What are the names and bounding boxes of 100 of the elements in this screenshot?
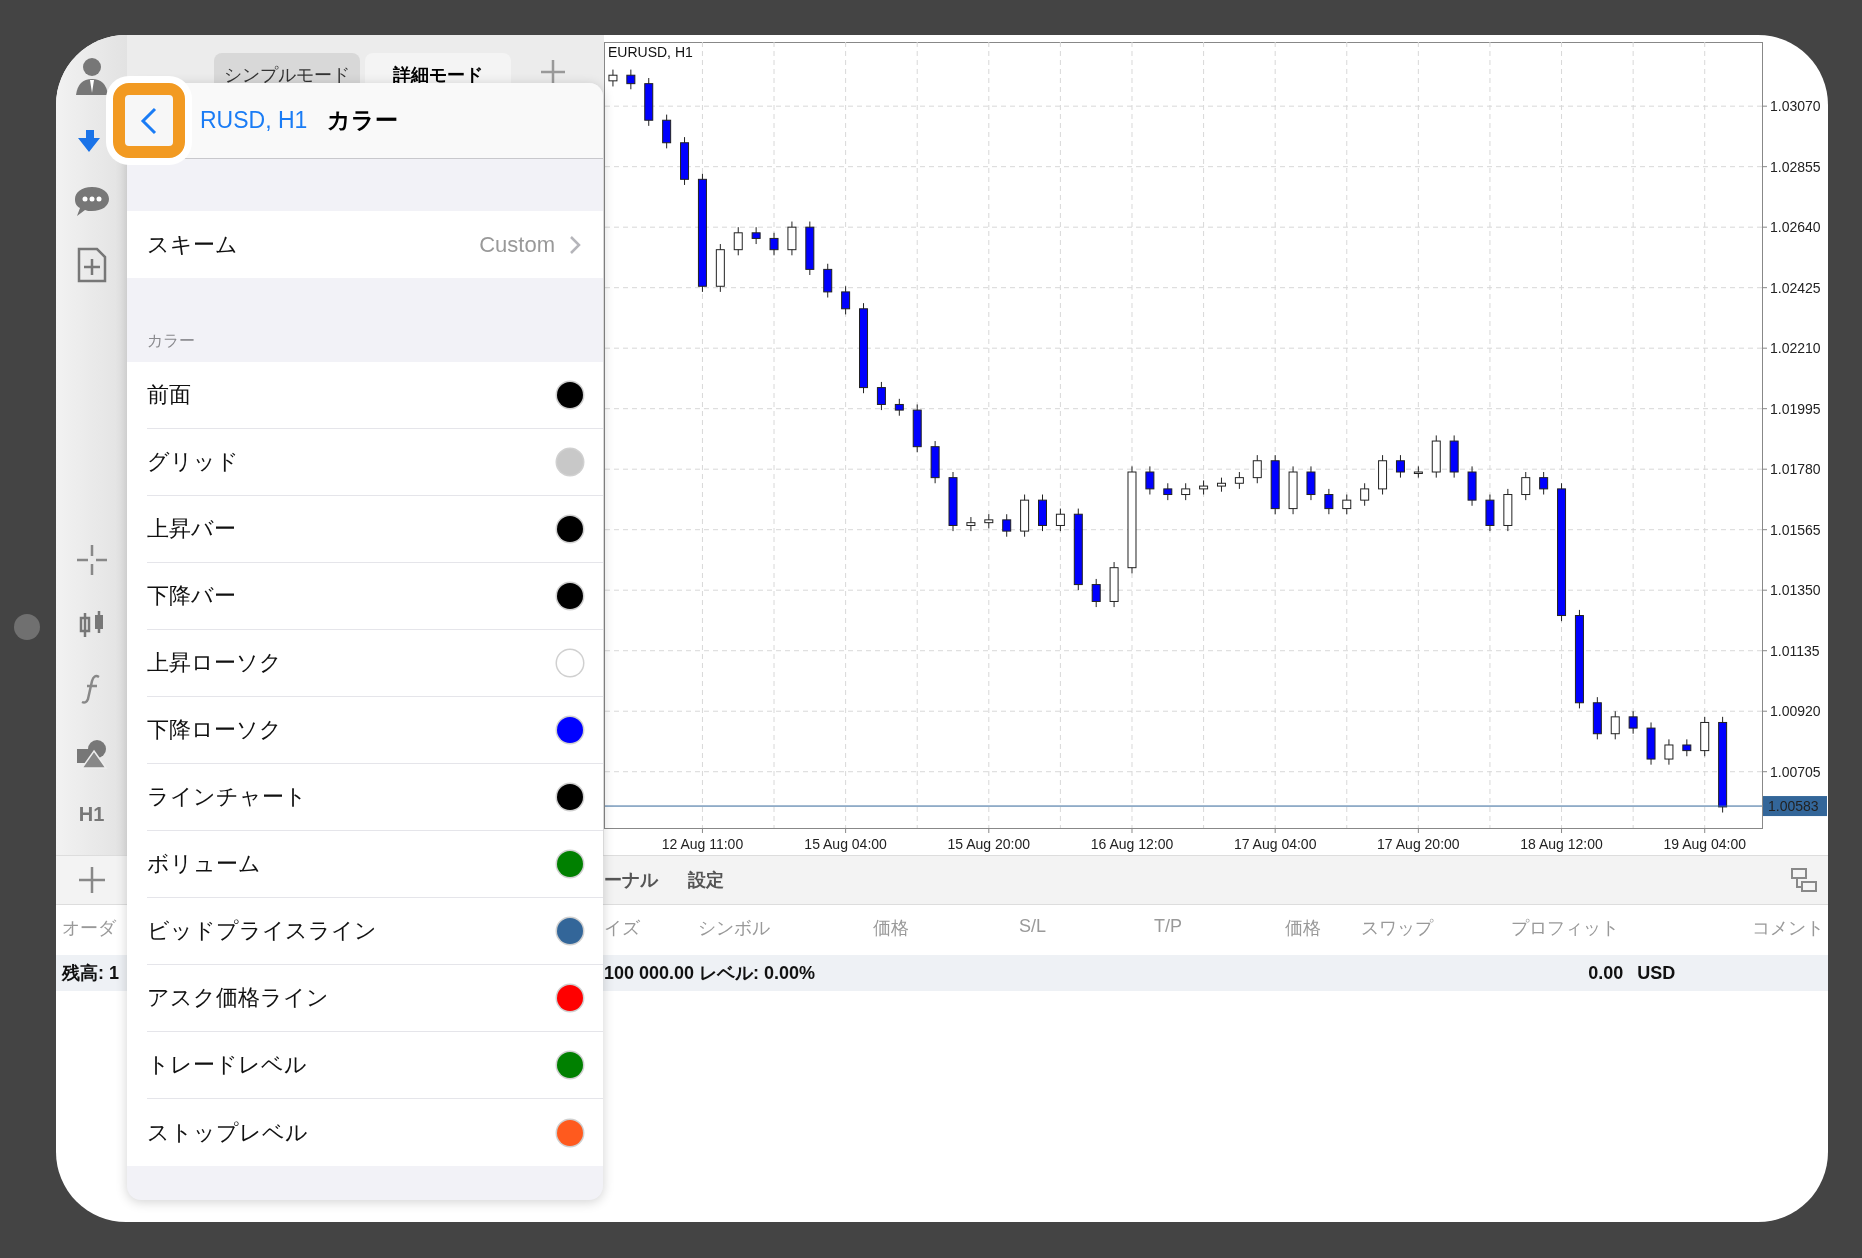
candle [1288,465,1298,515]
color-label: ストップレベル [147,1118,309,1147]
price-axis-label: 1.01565 [1770,521,1821,538]
shapes-icon[interactable] [75,739,108,769]
column-header: プロフィット [1511,917,1620,940]
candle [1234,471,1244,490]
candle [1503,488,1513,532]
color-swatch[interactable] [557,851,583,877]
color-label: アスク価格ライン [147,984,330,1012]
price-axis-label: 1.00705 [1770,763,1821,780]
candle [1091,578,1101,608]
time-axis-label: 12 Aug 11:00 [661,836,744,852]
candle [1467,465,1477,507]
color-swatch[interactable] [557,717,583,743]
color-swatch[interactable] [557,583,583,609]
color-swatch[interactable] [557,1052,583,1078]
color-swatch[interactable] [557,918,583,944]
color-label: 上昇バー [147,515,237,543]
profit-value: 0.00 [1588,962,1624,984]
candle [733,226,743,256]
candle [1592,696,1602,740]
color-label: ボリューム [147,850,262,878]
color-row[interactable]: ラインチャート [147,764,603,831]
ref-line-label: 1.00583 [1768,798,1819,815]
color-row[interactable]: 上昇バー [147,496,603,563]
candle [1163,482,1173,501]
scheme-row[interactable]: スキーム Custom [127,211,603,278]
candlestick-icon[interactable] [78,609,105,639]
time-axis-label: 17 Aug 04:00 [1233,836,1317,852]
color-row[interactable]: グリッド [147,429,603,496]
candle [948,471,958,532]
color-row[interactable]: ビッドプライスライン [147,898,603,965]
add-icon[interactable] [540,59,566,85]
time-axis-label: 17 Aug 20:00 [1377,836,1460,852]
color-swatch[interactable] [557,650,583,676]
candle [1181,482,1191,501]
color-swatch[interactable] [557,784,583,810]
new-document-icon[interactable] [76,247,107,283]
crosshair-icon[interactable] [76,545,107,575]
candle [805,221,815,276]
candle [1342,494,1352,515]
color-row[interactable]: トレードレベル [147,1032,603,1099]
candle [1431,434,1441,479]
layout-icon[interactable] [1790,867,1818,893]
candle [1002,513,1012,538]
candle [1449,434,1459,479]
candle [662,114,672,149]
candle [1252,454,1262,484]
candle [1682,738,1692,757]
column-header: S/L [1019,916,1048,938]
candle [1360,482,1370,507]
color-row[interactable]: 前面 [147,362,603,429]
color-swatch[interactable] [557,449,583,475]
time-axis-label: 15 Aug 20:00 [947,836,1031,852]
column-header: 価格 [873,917,910,940]
color-swatch[interactable] [557,1119,583,1146]
price-axis-label: 1.03070 [1770,98,1821,115]
candle [1270,454,1280,515]
price-axis-label: 1.01995 [1770,400,1821,417]
scheme-label: スキーム [147,230,239,259]
color-row[interactable]: 下降ローソク [147,697,603,764]
panel-tab[interactable]: 設定 [688,868,724,892]
color-row[interactable]: ストップレベル [147,1099,603,1166]
candle [1038,494,1047,532]
color-row[interactable]: 上昇ローソク [147,630,603,697]
column-header: 価格 [1285,917,1322,940]
candle [984,513,994,529]
price-axis-label: 1.01780 [1770,461,1821,478]
color-row[interactable]: 下降バー [147,563,603,630]
panel-tab[interactable]: ーナル [604,868,658,892]
candle [1378,454,1388,495]
timeframe-label[interactable]: H1 [78,803,105,826]
candle [1521,471,1531,501]
chart-title: EURUSD, H1 [608,44,693,60]
add-icon[interactable] [77,866,106,894]
column-header: シンボル [698,917,771,940]
candle [1109,561,1119,608]
camera-lens [14,614,40,640]
back-link[interactable]: RUSD, H1 [200,107,308,134]
account-icon[interactable] [73,55,110,95]
candle [1217,477,1226,493]
color-swatch[interactable] [557,516,583,542]
candle [1306,465,1316,501]
currency-label: USD [1637,962,1676,984]
candle [644,77,654,127]
chat-icon[interactable] [72,185,111,219]
candle [1395,454,1405,479]
candle [1539,471,1549,495]
color-row[interactable]: アスク価格ライン [147,965,603,1032]
candle [787,221,797,256]
color-row[interactable]: ボリューム [147,831,603,898]
candle [680,136,690,186]
candle [912,403,922,453]
candle [715,243,725,293]
price-axis-label: 1.02640 [1770,219,1821,236]
price-axis-label: 1.01350 [1770,582,1821,599]
color-swatch[interactable] [557,985,583,1011]
candle [1413,465,1423,479]
color-swatch[interactable] [557,382,583,408]
column-header: コメント [1752,917,1824,940]
